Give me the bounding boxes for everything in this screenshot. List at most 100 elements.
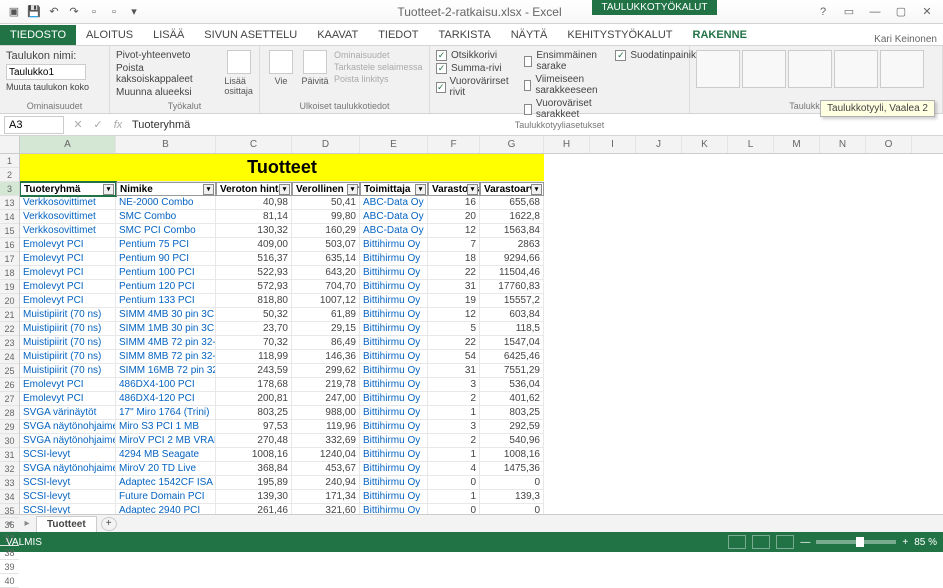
cell[interactable]: Bittihirmu Oy: [360, 448, 428, 462]
zoom-level[interactable]: 85 %: [914, 537, 937, 548]
cell[interactable]: SCSI-levyt: [20, 476, 116, 490]
close-icon[interactable]: ✕: [915, 3, 939, 21]
cell[interactable]: 219,78: [292, 378, 360, 392]
cell[interactable]: 139,30: [216, 490, 292, 504]
tab-data[interactable]: TIEDOT: [368, 25, 428, 45]
fx-icon[interactable]: fx: [108, 119, 128, 131]
cell[interactable]: 195,89: [216, 476, 292, 490]
resize-table-button[interactable]: Muuta taulukon koko: [6, 82, 103, 92]
tab-review[interactable]: TARKISTA: [429, 25, 501, 45]
cell[interactable]: 486DX4-120 PCI: [116, 392, 216, 406]
cell[interactable]: 119,96: [292, 420, 360, 434]
cell[interactable]: 1475,36: [480, 462, 544, 476]
cell[interactable]: MiroV PCI 2 MB VRAM: [116, 434, 216, 448]
cell[interactable]: 1: [428, 406, 480, 420]
cell[interactable]: Emolevyt PCI: [20, 266, 116, 280]
cell[interactable]: 81,14: [216, 210, 292, 224]
cell[interactable]: Pentium 75 PCI: [116, 238, 216, 252]
cell[interactable]: 118,99: [216, 350, 292, 364]
cell[interactable]: Bittihirmu Oy: [360, 350, 428, 364]
cell[interactable]: 1007,12: [292, 294, 360, 308]
row-header[interactable]: 39: [0, 560, 19, 574]
cell[interactable]: Emolevyt PCI: [20, 378, 116, 392]
filter-dropdown-icon[interactable]: ▾: [531, 184, 542, 195]
cell[interactable]: 486DX4-100 PCI: [116, 378, 216, 392]
cell[interactable]: Bittihirmu Oy: [360, 252, 428, 266]
col-header[interactable]: G: [480, 136, 544, 153]
cell[interactable]: 522,93: [216, 266, 292, 280]
col-header[interactable]: E: [360, 136, 428, 153]
cell[interactable]: SIMM 16MB 72 pin 32-b: [116, 364, 216, 378]
table-style-item[interactable]: [742, 50, 786, 88]
tab-design[interactable]: RAKENNE: [683, 25, 757, 45]
row-header[interactable]: 35: [0, 504, 19, 518]
row-header[interactable]: 28: [0, 406, 19, 420]
cell[interactable]: 97,53: [216, 420, 292, 434]
cell[interactable]: Verkkosovittimet: [20, 224, 116, 238]
cell[interactable]: 536,04: [480, 378, 544, 392]
cell[interactable]: Bittihirmu Oy: [360, 266, 428, 280]
col-header[interactable]: J: [636, 136, 682, 153]
tab-formulas[interactable]: KAAVAT: [307, 25, 368, 45]
cell[interactable]: Adaptec 1542CF ISA: [116, 476, 216, 490]
cell[interactable]: 2: [428, 434, 480, 448]
header-cell[interactable]: Veroton hinta▾: [216, 182, 292, 196]
headerrow-checkbox[interactable]: [436, 50, 447, 61]
cell[interactable]: 29,15: [292, 322, 360, 336]
filter-dropdown-icon[interactable]: ▾: [103, 184, 114, 195]
cell[interactable]: SIMM 4MB 30 pin 3C: [116, 308, 216, 322]
cell[interactable]: SCSI-levyt: [20, 504, 116, 514]
cell[interactable]: Emolevyt PCI: [20, 238, 116, 252]
export-button[interactable]: Vie: [266, 50, 296, 86]
cell[interactable]: 12: [428, 308, 480, 322]
cell[interactable]: Pentium 120 PCI: [116, 280, 216, 294]
cell[interactable]: 23,70: [216, 322, 292, 336]
col-header[interactable]: K: [682, 136, 728, 153]
row-header[interactable]: 33: [0, 476, 19, 490]
header-cell[interactable]: Verollinen hinta▾: [292, 182, 360, 196]
cell[interactable]: 22: [428, 336, 480, 350]
cell[interactable]: 18: [428, 252, 480, 266]
row-header[interactable]: 13: [0, 196, 19, 210]
cell[interactable]: 130,32: [216, 224, 292, 238]
cell[interactable]: 1: [428, 490, 480, 504]
col-header[interactable]: O: [866, 136, 912, 153]
cell[interactable]: Muistipiirit (70 ns): [20, 308, 116, 322]
pagebreak-view-icon[interactable]: [776, 535, 794, 549]
filterbtn-checkbox[interactable]: [615, 50, 626, 61]
undo-icon[interactable]: ↶: [46, 4, 62, 20]
cell[interactable]: 16: [428, 196, 480, 210]
cell[interactable]: 3: [428, 420, 480, 434]
cell[interactable]: SIMM 1MB 30 pin 3C: [116, 322, 216, 336]
cell[interactable]: 321,60: [292, 504, 360, 514]
cell[interactable]: Pentium 133 PCI: [116, 294, 216, 308]
row-header[interactable]: 3: [0, 182, 19, 196]
row-header[interactable]: 17: [0, 252, 19, 266]
qat-more-icon[interactable]: ▾: [126, 4, 142, 20]
cell[interactable]: Pentium 100 PCI: [116, 266, 216, 280]
cell[interactable]: 368,84: [216, 462, 292, 476]
cell[interactable]: 453,67: [292, 462, 360, 476]
tab-pagelayout[interactable]: SIVUN ASETTELU: [194, 25, 307, 45]
cell[interactable]: Bittihirmu Oy: [360, 420, 428, 434]
cell[interactable]: 540,96: [480, 434, 544, 448]
cell[interactable]: 40,98: [216, 196, 292, 210]
cell[interactable]: Emolevyt PCI: [20, 392, 116, 406]
row-header[interactable]: 30: [0, 434, 19, 448]
cell[interactable]: ABC-Data Oy: [360, 196, 428, 210]
cell[interactable]: 178,68: [216, 378, 292, 392]
tab-file[interactable]: TIEDOSTO: [0, 25, 76, 45]
save-icon[interactable]: 💾: [26, 4, 42, 20]
row-header[interactable]: 34: [0, 490, 19, 504]
cell[interactable]: 22: [428, 266, 480, 280]
cell[interactable]: 299,62: [292, 364, 360, 378]
lastcol-checkbox[interactable]: [524, 80, 531, 91]
cell[interactable]: 803,25: [480, 406, 544, 420]
cell[interactable]: 803,25: [216, 406, 292, 420]
cell[interactable]: 988,00: [292, 406, 360, 420]
cell[interactable]: 61,89: [292, 308, 360, 322]
cell[interactable]: SIMM 8MB 72 pin 32-b: [116, 350, 216, 364]
cell[interactable]: Bittihirmu Oy: [360, 406, 428, 420]
cell[interactable]: Bittihirmu Oy: [360, 392, 428, 406]
cell[interactable]: 118,5: [480, 322, 544, 336]
